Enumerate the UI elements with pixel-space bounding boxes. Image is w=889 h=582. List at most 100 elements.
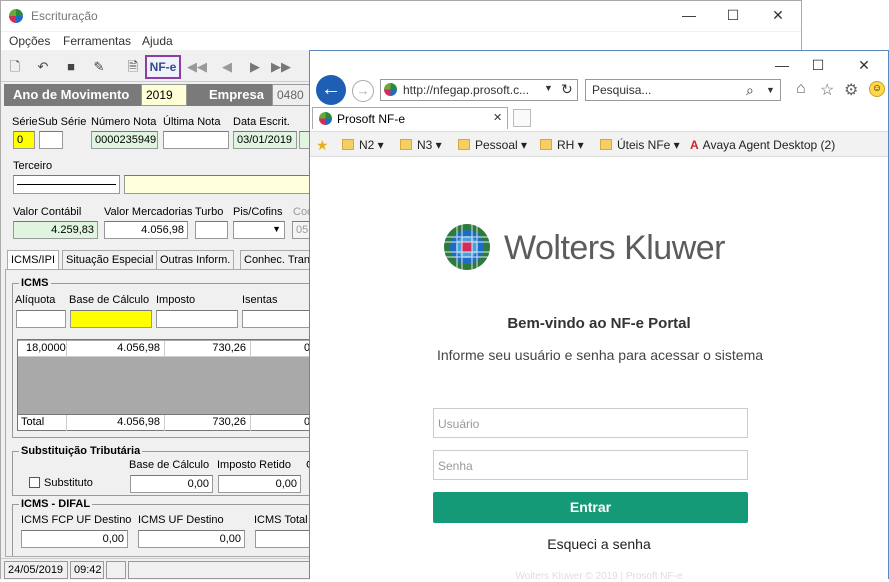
home-icon[interactable]: ⌂ [796,80,806,98]
valor-contabil-field[interactable]: 4.259,83 [13,221,98,239]
forward-arrow-icon: → [356,83,370,98]
row-base: 4.056,98 [117,342,160,354]
fav-folder-pessoal[interactable]: Pessoal ▾ [458,138,527,152]
smiley-feedback-icon[interactable]: ☺ [869,81,885,97]
sub-serie-field[interactable] [39,131,63,149]
refresh-icon[interactable]: ↻ [561,81,573,98]
tools-icon[interactable]: ✎ [89,57,109,77]
first-record-icon[interactable]: ◀◀ [187,57,207,77]
ano-label: Ano de Movimento [13,87,130,102]
new-document-icon[interactable]: 🗋 [5,57,25,77]
turbo-field[interactable] [195,221,228,239]
username-field[interactable]: Usuário [433,408,748,438]
uf-destino-label: ICMS UF Destino [138,514,224,526]
minimize-button[interactable]: — [679,7,699,23]
fav-folder-uteis-nfe[interactable]: Úteis NFe ▾ [600,138,680,152]
data-escrit-field[interactable]: 03/01/2019 [233,131,297,149]
wolters-kluwer-logo-icon [443,223,491,271]
status-date: 24/05/2019 [4,561,68,579]
browser-maximize-button[interactable]: ☐ [808,57,828,74]
fcp-field[interactable]: 0,00 [21,530,128,548]
base-calculo-input[interactable] [70,310,152,328]
page-footer: Wolters Kluwer © 2019 | Prosoft NF-e [515,571,683,582]
terceiro-name-field[interactable] [124,175,312,194]
imposto-input[interactable] [156,310,238,328]
browser-tab[interactable]: Prosoft NF-e ✕ [312,107,508,129]
back-arrow-icon: ← [321,78,341,100]
last-record-icon[interactable]: ▶▶ [271,57,291,77]
fav-folder-n2[interactable]: N2 ▾ [342,138,384,152]
icms-total-field[interactable] [255,530,312,548]
gear-icon[interactable]: ⚙ [844,80,858,100]
password-field[interactable]: Senha [433,450,748,480]
isentas-input[interactable] [242,310,312,328]
search-icon[interactable]: ⌕ [746,82,754,99]
forward-button[interactable]: → [352,80,374,102]
close-button[interactable]: ✕ [768,7,788,24]
status-cell [106,561,126,579]
ultima-nota-field[interactable] [163,131,229,149]
turbo-label: Turbo [195,206,224,218]
empresa-field[interactable]: 0480 [272,84,312,106]
total-imposto: 730,26 [212,416,246,428]
substituto-label: Substituto [44,477,93,489]
ano-field[interactable]: 2019 [141,84,187,106]
avaya-logo-icon: A [690,138,699,152]
st-base-label: Base de Cálculo [129,459,210,471]
aliquota-input[interactable] [16,310,66,328]
terceiro-code-field[interactable] [13,175,120,194]
tab-conhec-transp[interactable]: Conhec. Tran [240,250,315,270]
serie-field[interactable]: 0 [13,131,35,149]
maximize-button[interactable]: ☐ [723,7,743,24]
title-bar: Escrituração — ☐ ✕ [1,1,801,31]
valor-mercadorias-label: Valor Mercadorias [104,206,193,218]
fav-folder-rh[interactable]: RH ▾ [540,138,584,152]
pis-cofins-select[interactable]: ▼ [233,221,285,239]
status-message [128,561,312,579]
aliquota-label: Alíquota [15,294,56,306]
st-imposto-field[interactable]: 0,00 [218,475,301,493]
valor-mercadorias-field[interactable]: 4.056,98 [104,221,188,239]
table-row[interactable]: 18,0000 4.056,98 730,26 0 [18,341,310,357]
previous-record-icon[interactable]: ◀ [217,57,237,77]
address-text: http://nfegap.prosoft.c... [403,83,530,97]
back-button[interactable]: ← [316,75,346,105]
tab-outras-inform[interactable]: Outras Inform. [156,250,235,270]
folder-icon [342,139,354,150]
fav-folder-n3[interactable]: N3 ▾ [400,138,442,152]
favorites-star-icon[interactable]: ☆ [820,80,834,100]
login-button[interactable]: Entrar [433,492,748,523]
tab-close-icon[interactable]: ✕ [493,111,502,124]
folder-icon [458,139,470,150]
icms-grid: 18,0000 4.056,98 730,26 0 Total 4.056,98… [17,339,311,431]
brand-name: Wolters Kluwer [504,229,726,267]
login-subtitle: Informe seu usuário e senha para acessar… [436,347,764,363]
browser-minimize-button[interactable]: — [772,57,792,73]
menu-ferramentas[interactable]: Ferramentas [63,34,131,48]
add-favorite-star-icon[interactable]: ★ [316,137,329,154]
st-base-field[interactable]: 0,00 [130,475,213,493]
tab-title: Prosoft NF-e [337,112,406,126]
next-record-icon[interactable]: ▶ [245,57,265,77]
substituto-checkbox[interactable] [29,477,40,488]
menu-opcoes[interactable]: Opções [9,34,50,48]
uf-destino-field[interactable]: 0,00 [138,530,245,548]
forgot-password-link[interactable]: Esqueci a senha [310,536,888,552]
tab-icms-ipi[interactable]: ICMS/IPI [7,250,60,270]
new-tab-button[interactable] [513,109,531,127]
tab-situacao-especial[interactable]: Situação Especial [62,250,158,270]
address-dropdown-icon[interactable]: ▼ [544,83,553,93]
document-search-icon[interactable]: 🗎 [123,57,143,77]
browser-close-button[interactable]: ✕ [854,57,874,74]
numero-nota-field[interactable]: 0000235949 [91,131,158,149]
menu-ajuda[interactable]: Ajuda [142,34,173,48]
folder-icon [540,139,552,150]
stop-icon[interactable]: ■ [61,57,81,77]
nfe-button[interactable]: NF-e [145,55,181,79]
search-dropdown-icon[interactable]: ▼ [766,85,775,95]
st-title: Substituição Tributária [19,445,143,457]
fav-avaya[interactable]: A Avaya Agent Desktop (2) [690,138,835,152]
undo-icon[interactable]: ↶ [33,57,53,77]
browser-toolbar: — ☐ ✕ ← → http://nfegap.prosoft.c... ▼ ↻… [310,51,888,106]
row-aliquota: 18,0000 [26,342,66,354]
